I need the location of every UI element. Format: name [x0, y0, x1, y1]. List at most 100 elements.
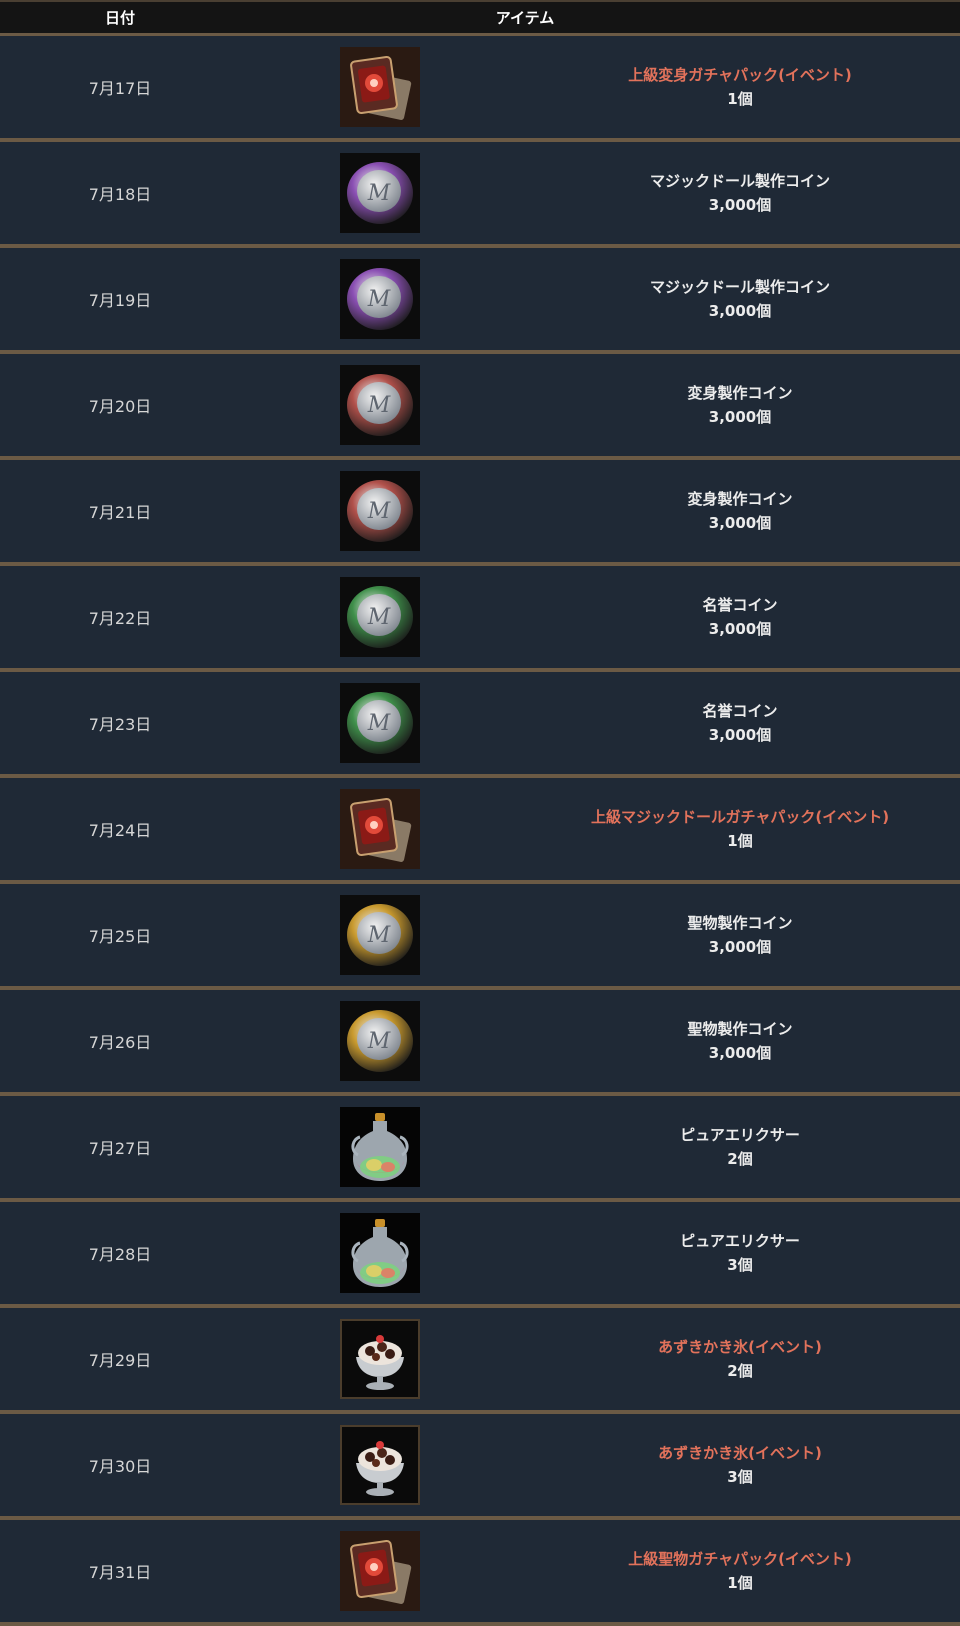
svg-text:M: M	[367, 605, 391, 630]
item-name: あずきかき氷(イベント)	[658, 1338, 822, 1356]
row-date: 7月24日	[88, 821, 152, 840]
card-pack-icon	[340, 1531, 420, 1611]
item-quantity: 3,000個	[708, 408, 772, 426]
table-row: 7月21日 M 変身製作コイン 3,000個	[0, 460, 960, 566]
svg-text:M: M	[367, 393, 391, 418]
svg-text:M: M	[367, 923, 391, 948]
item-name: 変身製作コイン	[687, 384, 793, 402]
row-date: 7月21日	[88, 503, 152, 522]
table-row: 7月22日 M 名誉コイン 3,000個	[0, 566, 960, 672]
shaved-ice-icon	[340, 1319, 420, 1399]
table-row: 7月26日 M 聖物製作コイン 3,000個	[0, 990, 960, 1096]
row-item-info: あずきかき氷(イベント) 3個	[520, 1441, 960, 1489]
item-name: ピュアエリクサー	[680, 1232, 800, 1250]
table-row: 7月28日 ピュアエリクサー 3個	[0, 1202, 960, 1308]
table-row: 7月31日 上級聖物ガチャパック(イベント) 1個	[0, 1520, 960, 1626]
card-pack-icon	[340, 47, 420, 127]
item-name: 変身製作コイン	[687, 490, 793, 508]
row-item-info: 変身製作コイン 3,000個	[520, 487, 960, 535]
purple-coin-icon: M	[340, 259, 420, 339]
item-quantity: 1個	[727, 832, 753, 850]
row-item-info: 名誉コイン 3,000個	[520, 593, 960, 641]
row-icon-cell	[240, 1531, 520, 1611]
table-row: 7月23日 M 名誉コイン 3,000個	[0, 672, 960, 778]
shaved-ice-icon	[340, 1425, 420, 1505]
table-row: 7月24日 上級マジックドールガチャパック(イベント) 1個	[0, 778, 960, 884]
row-date: 7月18日	[88, 185, 152, 204]
reward-table: 日付 アイテム 7月17日 上級変身ガチャパック(イベント) 1個 7月18日 M …	[0, 0, 960, 1626]
item-name: 上級マジックドールガチャパック(イベント)	[590, 808, 890, 826]
table-header: 日付 アイテム	[0, 2, 960, 36]
row-icon-cell	[240, 1425, 520, 1505]
table-row: 7月25日 M 聖物製作コイン 3,000個	[0, 884, 960, 990]
green-coin-icon: M	[340, 577, 420, 657]
row-item-info: 上級変身ガチャパック(イベント) 1個	[520, 63, 960, 111]
table-body: 7月17日 上級変身ガチャパック(イベント) 1個 7月18日 M マジックドール製…	[0, 36, 960, 1626]
item-column-header: アイテム	[495, 9, 555, 27]
row-date: 7月19日	[88, 291, 152, 310]
elixir-bottle-icon	[340, 1107, 420, 1187]
row-item-info: ピュアエリクサー 3個	[520, 1229, 960, 1277]
row-date: 7月31日	[88, 1563, 152, 1582]
row-date: 7月17日	[88, 79, 152, 98]
row-icon-cell: M	[240, 1001, 520, 1081]
item-quantity: 3,000個	[708, 196, 772, 214]
row-item-info: ピュアエリクサー 2個	[520, 1123, 960, 1171]
table-row: 7月18日 M マジックドール製作コイン 3,000個	[0, 142, 960, 248]
table-row: 7月20日 M 変身製作コイン 3,000個	[0, 354, 960, 460]
item-name: あずきかき氷(イベント)	[658, 1444, 822, 1462]
item-quantity: 2個	[727, 1362, 753, 1380]
red-coin-icon: M	[340, 471, 420, 551]
row-icon-cell: M	[240, 153, 520, 233]
item-quantity: 2個	[727, 1150, 753, 1168]
svg-text:M: M	[367, 287, 391, 312]
row-item-info: 変身製作コイン 3,000個	[520, 381, 960, 429]
item-name: 上級聖物ガチャパック(イベント)	[628, 1550, 852, 1568]
table-row: 7月27日 ピュアエリクサー 2個	[0, 1096, 960, 1202]
row-icon-cell: M	[240, 259, 520, 339]
svg-text:M: M	[367, 181, 391, 206]
item-quantity: 3,000個	[708, 302, 772, 320]
row-date: 7月27日	[88, 1139, 152, 1158]
elixir-bottle-icon	[340, 1213, 420, 1293]
row-date: 7月22日	[88, 609, 152, 628]
item-quantity: 3,000個	[708, 514, 772, 532]
item-quantity: 1個	[727, 90, 753, 108]
gold-coin-icon: M	[340, 895, 420, 975]
row-item-info: マジックドール製作コイン 3,000個	[520, 169, 960, 217]
row-item-info: 上級マジックドールガチャパック(イベント) 1個	[520, 805, 960, 853]
item-name: 名誉コイン	[702, 702, 778, 720]
row-date: 7月23日	[88, 715, 152, 734]
row-icon-cell	[240, 1213, 520, 1293]
item-quantity: 3,000個	[708, 1044, 772, 1062]
row-icon-cell	[240, 789, 520, 869]
item-name: 名誉コイン	[702, 596, 778, 614]
item-name: マジックドール製作コイン	[649, 278, 830, 296]
row-item-info: あずきかき氷(イベント) 2個	[520, 1335, 960, 1383]
item-quantity: 1個	[727, 1574, 753, 1592]
svg-text:M: M	[367, 711, 391, 736]
row-date: 7月26日	[88, 1033, 152, 1052]
row-icon-cell: M	[240, 365, 520, 445]
row-icon-cell: M	[240, 683, 520, 763]
row-icon-cell: M	[240, 577, 520, 657]
row-date: 7月29日	[88, 1351, 152, 1370]
item-name: 聖物製作コイン	[687, 914, 793, 932]
row-icon-cell: M	[240, 895, 520, 975]
item-quantity: 3個	[727, 1256, 753, 1274]
card-pack-icon	[340, 789, 420, 869]
table-row: 7月19日 M マジックドール製作コイン 3,000個	[0, 248, 960, 354]
item-quantity: 3,000個	[708, 620, 772, 638]
item-name: 上級変身ガチャパック(イベント)	[628, 66, 852, 84]
row-icon-cell: M	[240, 471, 520, 551]
row-icon-cell	[240, 47, 520, 127]
row-item-info: 聖物製作コイン 3,000個	[520, 1017, 960, 1065]
item-quantity: 3,000個	[708, 938, 772, 956]
row-date: 7月28日	[88, 1245, 152, 1264]
row-item-info: 名誉コイン 3,000個	[520, 699, 960, 747]
item-name: マジックドール製作コイン	[649, 172, 830, 190]
row-icon-cell	[240, 1107, 520, 1187]
item-quantity: 3,000個	[708, 726, 772, 744]
item-name: ピュアエリクサー	[680, 1126, 800, 1144]
purple-coin-icon: M	[340, 153, 420, 233]
